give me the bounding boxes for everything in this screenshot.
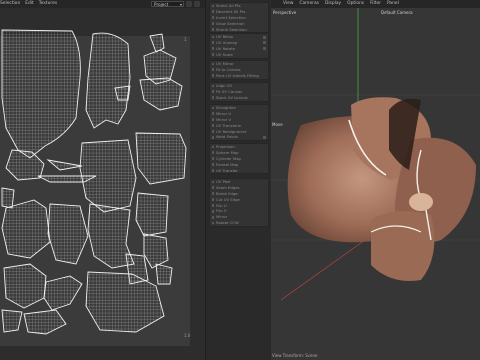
tool-item[interactable]: UV Scale [210,52,268,58]
uv-island [46,159,83,171]
expand-icon[interactable] [194,1,200,7]
menu-selection[interactable]: Selection [0,1,20,6]
uv-island [143,233,169,269]
tool-group: UV Relax UV Unwrap UV Rotate UV Scale [209,33,269,59]
uv-tools-panel: Select All Pts Deselect All Pts Invert S… [205,0,272,360]
tool-group: Projection Sphere Map Cylinder Map Front… [209,143,269,175]
uv-island [149,33,165,53]
uv-island [47,203,89,265]
uv-island [85,32,131,129]
menu-view[interactable]: View [283,0,293,8]
flower-model[interactable] [287,97,476,281]
tool-group: Straighten Mirror U Mirror V UV Transfor… [209,104,269,142]
tool-group: UV Mirror Fit to Canvas Pack UV Islands … [209,60,269,80]
uv-island [155,263,173,285]
project-select[interactable]: Project ▾ [151,1,184,7]
tool-group: Align UV Fit UV Canvas Stack UV Islands [209,82,269,102]
menu-panel[interactable]: Panel [387,0,399,8]
menu-display[interactable]: Display [325,0,341,8]
tool-item[interactable]: Stack UV Islands [210,95,268,101]
uv-island [3,263,47,309]
tool-item[interactable]: Pack UV Islands Fitting [210,73,268,79]
checkbox[interactable] [263,135,266,139]
uv-island [1,29,81,159]
menu-textures[interactable]: Textures [39,1,57,6]
uv-island [23,309,67,335]
viewport-3d[interactable]: View Cameras Display Options Filter Pane… [271,0,480,360]
uv-island [1,199,51,259]
uv-islands [1,29,187,335]
uv-island [114,85,131,101]
uv-menu: Selection Edit Textures [0,1,57,6]
uv-island [139,77,183,111]
uv-island [85,271,165,333]
tool-item[interactable]: Shrink Selection [210,27,268,33]
uv-island [135,192,169,237]
checkbox[interactable] [263,47,266,51]
uv-island [1,309,23,333]
menu-options[interactable]: Options [347,0,364,8]
status-bar: View Transform: Scene [272,353,318,358]
handle-label[interactable]: Move [272,122,283,127]
uv-island [1,187,15,209]
viewport-menu: View Cameras Display Options Filter Pane… [271,0,480,8]
menu-filter[interactable]: Filter [370,0,381,8]
uv-island [135,132,187,185]
viewport-scene [271,8,480,301]
tool-item[interactable]: UV Transfer [210,168,268,174]
uv-island [43,275,83,311]
tool-item[interactable]: Weld Points [210,134,268,140]
checkbox[interactable] [263,35,266,39]
tool-item[interactable]: Rotate CCW [210,220,268,226]
camera-label[interactable]: Default Camera [381,10,413,15]
menu-edit[interactable]: Edit [25,1,34,6]
tool-group: Select All Pts Deselect All Pts Invert S… [209,2,269,34]
tool-group: UV Peel Seam Edges Break Edge Cut UV Edg… [209,178,269,228]
uv-island [79,139,137,213]
lock-icon[interactable] [186,1,192,7]
view-name: Perspective [273,10,297,15]
uv-island [5,149,45,181]
menu-cameras[interactable]: Cameras [299,0,319,8]
checkbox[interactable] [263,41,266,45]
